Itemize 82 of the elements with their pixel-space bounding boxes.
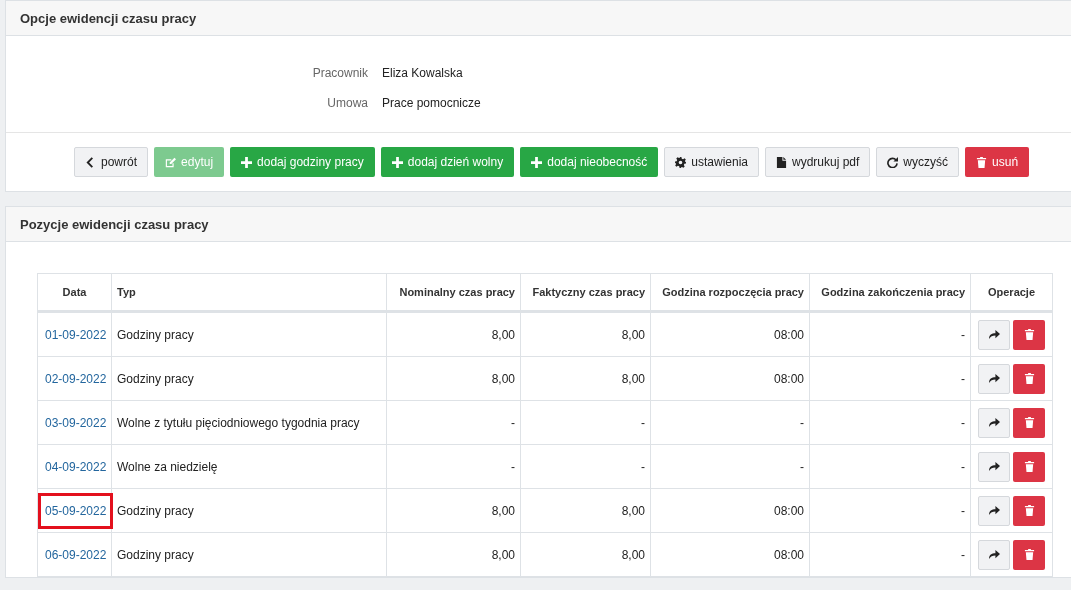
table-cell: - [809,532,971,577]
table-cell: - [386,400,521,445]
table-cell: - [650,444,810,489]
plus-icon [531,156,543,168]
share-arrow-icon [988,461,1000,472]
table-cell: Godziny pracy [111,532,387,577]
column-header: Typ [111,273,387,312]
table-cell: 8,00 [386,532,521,577]
file-icon [776,156,787,168]
table-cell: - [809,400,971,445]
column-header: Faktyczny czas pracy [520,273,651,312]
field-label: Umowa [326,96,369,110]
action-button[interactable]: ustawienia [664,147,759,177]
table-cell: - [386,444,521,489]
column-header: Data [37,273,112,312]
column-header: Operacje [970,273,1053,312]
action-button[interactable]: usuń [965,147,1030,177]
refresh-icon [887,156,899,168]
delete-button[interactable] [1013,539,1045,570]
date-link[interactable]: 05-09-2022 [38,492,114,529]
table-cell: 8,00 [520,356,651,401]
field-value: Eliza Kowalska [382,66,463,80]
column-header: Godzina rozpoczęcia pracy [650,273,810,312]
table-cell: 08:00 [650,311,810,357]
share-arrow-icon [988,329,1000,340]
table-cell: Godziny pracy [111,356,387,401]
trash-icon [1023,373,1035,384]
forward-button[interactable] [978,495,1010,526]
chevron-left-icon [85,156,96,168]
table-cell: 8,00 [520,488,651,533]
share-arrow-icon [988,373,1000,384]
table-cell: - [809,444,971,489]
trash-icon [1023,505,1035,516]
column-header: Nominalny czas pracy [386,273,521,312]
table-cell: 08:00 [650,356,810,401]
delete-button[interactable] [1013,363,1045,394]
field-label: Pracownik [311,66,369,80]
table-cell: 08:00 [650,532,810,577]
field-value: Prace pomocnicze [382,96,481,110]
forward-button[interactable] [978,407,1010,438]
trash-icon [1023,417,1035,428]
table-cell: - [520,444,651,489]
table-cell: 08:00 [650,488,810,533]
trash-icon [976,156,988,168]
delete-button[interactable] [1013,451,1045,482]
delete-button[interactable] [1013,319,1045,350]
panel-title: Pozycje ewidencji czasu pracy [20,216,209,232]
forward-button[interactable] [978,539,1010,570]
action-button[interactable]: wydrukuj pdf [765,147,871,177]
back-button[interactable]: powrót [74,147,149,177]
table-cell: 8,00 [386,311,521,357]
table-cell: - [809,356,971,401]
edit-icon [165,156,177,168]
trash-icon [1023,329,1035,340]
column-header: Godzina zakończenia pracy [809,273,971,312]
table-cell: Wolne za niedzielę [111,444,387,489]
forward-button[interactable] [978,319,1010,350]
table-cell: 8,00 [520,311,651,357]
table-cell: - [809,311,971,357]
table-cell: 8,00 [520,532,651,577]
forward-button[interactable] [978,363,1010,394]
trash-icon [1023,549,1035,560]
trash-icon [1023,461,1035,472]
delete-button[interactable] [1013,495,1045,526]
plus-icon [391,156,403,168]
table-cell: - [650,400,810,445]
panel-title: Opcje ewidencji czasu pracy [20,10,197,26]
plus-icon [241,156,253,168]
table-cell: Godziny pracy [111,488,387,533]
settings-icon [675,156,687,168]
share-arrow-icon [988,549,1000,560]
table-cell: 8,00 [386,356,521,401]
table-cell: Wolne z tytułu pięciodniowego tygodnia pracy [111,400,387,445]
share-arrow-icon [988,505,1000,516]
table-cell: Godziny pracy [111,311,387,357]
table-cell: 8,00 [386,488,521,533]
table-cell: - [520,400,651,445]
table-cell: - [809,488,971,533]
forward-button[interactable] [978,451,1010,482]
share-arrow-icon [988,417,1000,428]
action-button[interactable]: wyczyść [876,147,960,177]
delete-button[interactable] [1013,407,1045,438]
